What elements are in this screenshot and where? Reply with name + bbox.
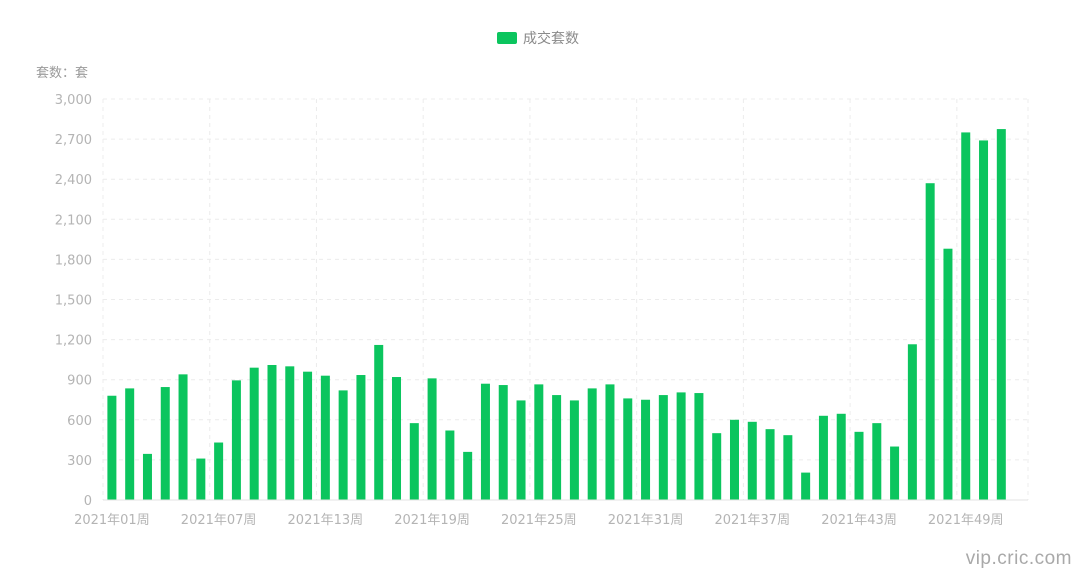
bar-chart: 成交套数 套数：套 0 300 600 900 1,200 1,500 1,800 2,100… <box>36 30 1029 528</box>
bar[interactable] <box>979 140 989 501</box>
x-tick-label: 2021年43周 <box>821 513 897 528</box>
bar[interactable] <box>587 388 597 500</box>
x-tick-label: 2021年31周 <box>608 513 684 528</box>
x-tick-label: 2021年19周 <box>394 513 470 528</box>
bar[interactable] <box>249 367 259 500</box>
bar[interactable] <box>214 442 224 500</box>
bar[interactable] <box>694 393 704 500</box>
bar[interactable] <box>374 344 384 500</box>
y-tick-label: 1,200 <box>55 334 92 349</box>
bar[interactable] <box>569 400 579 500</box>
grid-lines <box>102 98 1029 500</box>
x-tick-label: 2021年07周 <box>181 513 257 528</box>
x-axis-ticks: 2021年01周 2021年07周 2021年13周 2021年19周 2021年25周… <box>74 513 1003 528</box>
y-tick-label: 300 <box>67 454 92 469</box>
bar[interactable] <box>392 377 402 500</box>
bars <box>107 129 1006 501</box>
bar[interactable] <box>658 395 668 500</box>
bar[interactable] <box>267 364 277 500</box>
bar[interactable] <box>409 423 419 500</box>
bar[interactable] <box>641 399 651 500</box>
bar[interactable] <box>178 374 188 500</box>
bar[interactable] <box>125 388 135 500</box>
bar[interactable] <box>320 375 330 500</box>
y-tick-label: 0 <box>84 494 92 509</box>
bar[interactable] <box>463 451 473 500</box>
bar[interactable] <box>943 248 953 500</box>
bar[interactable] <box>160 387 170 500</box>
bar[interactable] <box>107 395 117 500</box>
bar[interactable] <box>836 413 846 500</box>
y-tick-label: 1,500 <box>55 294 92 309</box>
bar[interactable] <box>303 371 313 500</box>
y-tick-label: 600 <box>67 414 92 429</box>
bar[interactable] <box>196 458 206 500</box>
bar[interactable] <box>516 400 526 500</box>
y-axis-unit-label: 套数：套 <box>36 65 88 81</box>
y-tick-label: 2,100 <box>55 213 92 228</box>
bar[interactable] <box>480 383 490 500</box>
y-axis-ticks: 0 300 600 900 1,200 1,500 1,800 2,100 2,400 2,700… <box>55 93 92 509</box>
y-tick-label: 1,800 <box>55 253 92 268</box>
bar[interactable] <box>783 435 793 500</box>
bar[interactable] <box>605 384 615 500</box>
y-tick-label: 2,700 <box>55 133 92 148</box>
bar[interactable] <box>231 380 241 500</box>
watermark: vip.cric.com <box>965 548 1072 569</box>
bar[interactable] <box>854 431 864 500</box>
bar[interactable] <box>498 385 508 500</box>
x-tick-label: 2021年49周 <box>928 513 1004 528</box>
x-tick-label: 2021年13周 <box>288 513 364 528</box>
bar[interactable] <box>747 421 757 500</box>
bar[interactable] <box>765 429 775 500</box>
bar[interactable] <box>623 398 633 500</box>
legend-label: 成交套数 <box>523 30 579 47</box>
bar[interactable] <box>142 453 152 500</box>
bar[interactable] <box>552 395 562 500</box>
bar[interactable] <box>818 415 828 500</box>
bar[interactable] <box>427 378 437 500</box>
bar[interactable] <box>445 430 455 500</box>
bar[interactable] <box>996 129 1006 500</box>
legend-swatch <box>497 32 517 44</box>
bar[interactable] <box>961 132 971 500</box>
x-tick-label: 2021年25周 <box>501 513 577 528</box>
legend[interactable]: 成交套数 <box>497 30 579 47</box>
bar[interactable] <box>338 390 348 500</box>
bar[interactable] <box>872 423 882 500</box>
bar[interactable] <box>356 375 366 500</box>
y-tick-label: 2,400 <box>55 173 92 188</box>
x-tick-label: 2021年37周 <box>714 513 790 528</box>
bar[interactable] <box>676 392 686 500</box>
y-tick-label: 3,000 <box>55 93 92 108</box>
bar[interactable] <box>534 384 544 500</box>
bar[interactable] <box>285 366 295 500</box>
y-tick-label: 900 <box>67 374 92 389</box>
x-tick-label: 2021年01周 <box>74 513 150 528</box>
bar[interactable] <box>801 472 811 500</box>
bar[interactable] <box>712 433 722 500</box>
bar[interactable] <box>890 446 900 500</box>
bar[interactable] <box>907 344 917 500</box>
bar[interactable] <box>925 183 935 500</box>
bar[interactable] <box>729 419 739 500</box>
